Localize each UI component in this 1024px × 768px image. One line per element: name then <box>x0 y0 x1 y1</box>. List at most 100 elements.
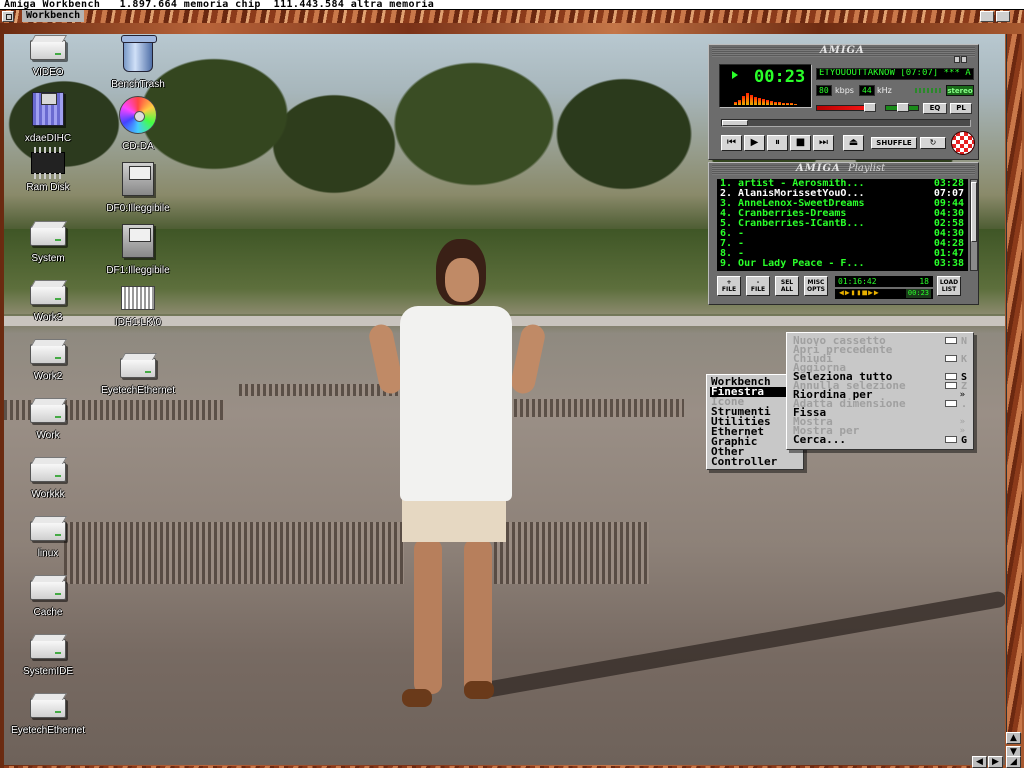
icon-label: EyetechEthernet <box>101 385 175 396</box>
close-gadget-icon[interactable] <box>2 11 14 22</box>
misc-options-button[interactable]: MISC OPTS <box>804 276 828 296</box>
disk-icon-system[interactable]: System <box>3 226 93 265</box>
harddisk-icon <box>30 521 66 541</box>
balance-knob[interactable] <box>897 103 909 112</box>
icon-label: Workkk <box>31 489 65 500</box>
mini-transport-icon[interactable]: ◀▶▮▮■▶▶ <box>839 288 880 297</box>
shuffle-button[interactable]: SHUFFLE <box>871 137 917 149</box>
playlist-scrollbar[interactable] <box>970 179 978 271</box>
playlist-row[interactable]: 8. -01:47 <box>717 249 968 259</box>
seek-bar[interactable] <box>721 119 971 127</box>
playlist-row[interactable]: 2. AlanisMorissetYouO... 07:07 <box>717 189 968 199</box>
harddisk-icon <box>30 462 66 482</box>
remove-file-button[interactable]: - FILE <box>746 276 770 296</box>
load-list-button[interactable]: LOAD LIST <box>937 276 961 296</box>
disk-icon-df0[interactable]: DF0:Illeggibile <box>93 162 183 215</box>
next-button[interactable]: ⏭ <box>813 135 834 151</box>
shortcut-key: G <box>960 435 967 446</box>
mono-indicator <box>915 88 941 93</box>
player-logo: AMIGA <box>820 45 865 56</box>
depth-gadget-icon[interactable] <box>996 11 1010 22</box>
harddisk-icon <box>30 344 66 364</box>
volume-knob[interactable] <box>864 103 876 112</box>
playlist-mini-controls[interactable]: ◀▶▮▮■▶▶ 00:23 <box>835 288 933 299</box>
eject-button[interactable]: ⏏ <box>843 135 864 151</box>
playlist-row[interactable]: 9. Our Lady Peace - F... 03:38 <box>717 259 968 269</box>
spectrum-bar <box>794 104 797 105</box>
person-face <box>445 258 479 302</box>
harddisk-icon <box>30 285 66 305</box>
harddisk-icon <box>30 580 66 600</box>
resize-gadget-icon[interactable]: ◢ <box>1006 756 1021 768</box>
eq-toggle-button[interactable]: EQ <box>923 103 947 114</box>
repeat-button[interactable]: ↻ <box>920 137 946 149</box>
amiga-key-icon <box>945 436 957 443</box>
playlist-toggle-button[interactable]: PL <box>950 103 972 114</box>
vertical-scrollbar[interactable] <box>1006 34 1022 734</box>
playlist-title-bar[interactable]: AMIGA Playlist <box>712 163 975 175</box>
disk-icon-linux[interactable]: linux <box>3 521 93 560</box>
boing-ball-icon[interactable] <box>951 131 975 155</box>
screen-title-bar[interactable]: Amiga Workbench 1.897.664 memoria chip 1… <box>0 0 1024 10</box>
previous-button[interactable]: ⏮ <box>721 135 742 151</box>
playlist-row[interactable]: 4. Cranberries-Dreams 04:30 <box>717 209 968 219</box>
disk-icon-idh1[interactable]: IDH1:LK\0 <box>93 286 183 329</box>
select-all-button[interactable]: SEL ALL <box>775 276 799 296</box>
amigaamp-player[interactable]: AMIGA 00:23 ETYOUOUTTAKNOW [07:07] *** A… <box>708 44 979 160</box>
playlist-list[interactable]: 1. artist - Aerosmith... 03:28 2. AlanisMo… <box>717 179 968 271</box>
scroll-up-arrow-icon[interactable]: ▲ <box>1006 732 1021 744</box>
amiga-key-icon <box>945 400 957 407</box>
disk-icon-work[interactable]: Work <box>3 403 93 442</box>
stop-button[interactable]: ■ <box>790 135 811 151</box>
seek-thumb[interactable] <box>722 120 748 126</box>
disk-icon-video[interactable]: VIDEO <box>3 40 93 79</box>
disk-icon-eyetechethernet[interactable]: EyetechEthernet <box>3 698 93 737</box>
disk-icon-eyetechethernet-2[interactable]: EyetechEthernet <box>93 358 183 397</box>
disk-icon-cdda[interactable]: CD-DA <box>93 96 183 153</box>
minimize-icon[interactable] <box>954 56 960 63</box>
playlist-row-title: 4. Cranberries-Dreams <box>720 209 847 219</box>
zoom-gadget-icon[interactable] <box>980 11 994 22</box>
scroll-right-arrow-icon[interactable]: ▶ <box>988 756 1003 768</box>
scroll-left-arrow-icon[interactable]: ◀ <box>972 756 987 768</box>
disk-icon-work2[interactable]: Work2 <box>3 344 93 383</box>
person-shadow <box>472 590 1005 700</box>
disk-icon-ramdisk[interactable]: Ram Disk <box>3 147 93 194</box>
add-file-button[interactable]: + FILE <box>717 276 741 296</box>
spectrum-visualizer <box>734 91 804 105</box>
harddisk-icon <box>120 358 156 378</box>
playlist-count: 18 <box>919 277 929 286</box>
play-status-icon <box>732 71 738 79</box>
playlist-row[interactable]: 3. AnneLenox-SweetDreams 09:44 <box>717 199 968 209</box>
disk-icon-work3[interactable]: Work3 <box>3 285 93 324</box>
disk-icon-cache[interactable]: Cache <box>3 580 93 619</box>
playlist-row[interactable]: 7. -04:28 <box>717 239 968 249</box>
playlist-row-title: 9. Our Lady Peace - F... <box>720 259 865 269</box>
playlist-row[interactable]: 6. -04:30 <box>717 229 968 239</box>
disk-icon-xdaedihc[interactable]: xdaeDIHC <box>3 92 93 145</box>
icon-label: SystemIDE <box>22 666 73 677</box>
playlist-row[interactable]: 1. artist - Aerosmith... 03:28 <box>717 179 968 189</box>
player-window-buttons[interactable] <box>953 48 973 63</box>
finestra-submenu[interactable]: Nuovo cassetto N Apri precedente Chiudi K Agg… <box>786 332 974 450</box>
shade-icon[interactable] <box>961 56 967 63</box>
harddisk-icon <box>30 403 66 423</box>
menu-item-controller[interactable]: Controller <box>711 456 777 467</box>
trashcan[interactable]: BenchTrash <box>93 35 183 91</box>
disk-icon-df1[interactable]: DF1:Illeggibile <box>93 224 183 277</box>
disk-icon-systemide[interactable]: SystemIDE <box>3 639 93 678</box>
play-button[interactable]: ▶ <box>744 135 765 151</box>
spectrum-bar <box>750 95 753 105</box>
player-title-bar[interactable]: AMIGA <box>712 45 975 63</box>
workbench-title-bar[interactable]: Workbench <box>0 10 1024 23</box>
pause-button[interactable]: ⏸ <box>767 135 788 151</box>
icon-label: BenchTrash <box>111 79 165 90</box>
disk-icon-workkk[interactable]: Workkk <box>3 462 93 501</box>
playlist-row[interactable]: 5. Cranberries-ICantB... 02:58 <box>717 219 968 229</box>
unreadable-floppy-icon <box>122 162 154 196</box>
unreadable-disk-icon <box>121 286 155 310</box>
playlist-scroll-thumb[interactable] <box>971 182 977 242</box>
playlist-row-duration: 03:38 <box>933 258 964 269</box>
submenu-item[interactable]: Cerca... G <box>793 434 969 446</box>
playlist-window[interactable]: AMIGA Playlist 1. artist - Aerosmith... 0… <box>708 162 979 305</box>
